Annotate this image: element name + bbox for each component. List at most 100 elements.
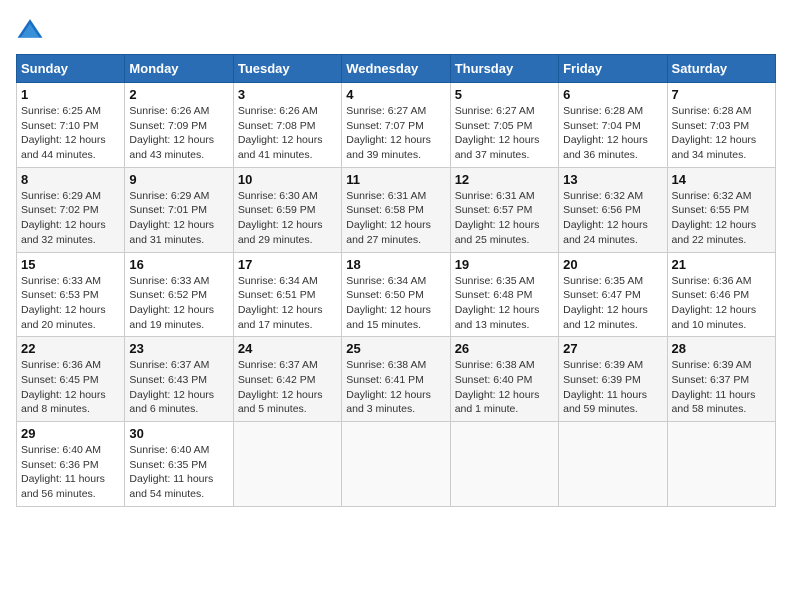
calendar-cell: 20 Sunrise: 6:35 AMSunset: 6:47 PMDayligh…: [559, 252, 667, 337]
day-number: 18: [346, 257, 445, 272]
day-info: Sunrise: 6:40 AMSunset: 6:36 PMDaylight:…: [21, 443, 120, 502]
calendar-week-row: 1Sunrise: 6:25 AMSunset: 7:10 PMDaylight…: [17, 83, 776, 168]
day-info: Sunrise: 6:33 AMSunset: 6:52 PMDaylight:…: [129, 274, 228, 333]
calendar-cell: 5 Sunrise: 6:27 AMSunset: 7:05 PMDaylight…: [450, 83, 558, 168]
day-number: 26: [455, 341, 554, 356]
day-info: Sunrise: 6:26 AMSunset: 7:09 PMDaylight:…: [129, 104, 228, 163]
calendar-cell: 7 Sunrise: 6:28 AMSunset: 7:03 PMDaylight…: [667, 83, 775, 168]
day-number: 21: [672, 257, 771, 272]
day-number: 30: [129, 426, 228, 441]
day-number: 3: [238, 87, 337, 102]
day-info: Sunrise: 6:37 AMSunset: 6:42 PMDaylight:…: [238, 358, 337, 417]
day-info: Sunrise: 6:39 AMSunset: 6:37 PMDaylight:…: [672, 358, 771, 417]
calendar-cell: 6Sunrise: 6:28 AMSunset: 7:04 PMDaylight…: [559, 83, 667, 168]
day-number: 11: [346, 172, 445, 187]
calendar-cell: 12 Sunrise: 6:31 AMSunset: 6:57 PMDayligh…: [450, 167, 558, 252]
day-info: Sunrise: 6:28 AMSunset: 7:03 PMDaylight:…: [672, 104, 771, 163]
calendar-cell: 14 Sunrise: 6:32 AMSunset: 6:55 PMDayligh…: [667, 167, 775, 252]
calendar-cell: 29 Sunrise: 6:40 AMSunset: 6:36 PMDayligh…: [17, 422, 125, 507]
day-number: 20: [563, 257, 662, 272]
weekday-header-friday: Friday: [559, 55, 667, 83]
calendar-table: SundayMondayTuesdayWednesdayThursdayFrid…: [16, 54, 776, 507]
day-number: 16: [129, 257, 228, 272]
day-number: 27: [563, 341, 662, 356]
day-number: 1: [21, 87, 120, 102]
calendar-cell: 24 Sunrise: 6:37 AMSunset: 6:42 PMDayligh…: [233, 337, 341, 422]
calendar-cell: 30 Sunrise: 6:40 AMSunset: 6:35 PMDayligh…: [125, 422, 233, 507]
calendar-cell: 9Sunrise: 6:29 AMSunset: 7:01 PMDaylight…: [125, 167, 233, 252]
calendar-week-row: 8 Sunrise: 6:29 AMSunset: 7:02 PMDaylight…: [17, 167, 776, 252]
day-number: 12: [455, 172, 554, 187]
day-info: Sunrise: 6:35 AMSunset: 6:47 PMDaylight:…: [563, 274, 662, 333]
day-number: 4: [346, 87, 445, 102]
day-number: 2: [129, 87, 228, 102]
weekday-header-monday: Monday: [125, 55, 233, 83]
calendar-cell: 17 Sunrise: 6:34 AMSunset: 6:51 PMDayligh…: [233, 252, 341, 337]
calendar-cell: 25 Sunrise: 6:38 AMSunset: 6:41 PMDayligh…: [342, 337, 450, 422]
weekday-header-sunday: Sunday: [17, 55, 125, 83]
logo-icon: [16, 16, 44, 44]
weekday-header-row: SundayMondayTuesdayWednesdayThursdayFrid…: [17, 55, 776, 83]
calendar-cell: 27 Sunrise: 6:39 AMSunset: 6:39 PMDayligh…: [559, 337, 667, 422]
day-info: Sunrise: 6:40 AMSunset: 6:35 PMDaylight:…: [129, 443, 228, 502]
day-number: 28: [672, 341, 771, 356]
day-info: Sunrise: 6:34 AMSunset: 6:50 PMDaylight:…: [346, 274, 445, 333]
day-number: 22: [21, 341, 120, 356]
calendar-cell: [233, 422, 341, 507]
day-info: Sunrise: 6:38 AMSunset: 6:41 PMDaylight:…: [346, 358, 445, 417]
calendar-cell: 13Sunrise: 6:32 AMSunset: 6:56 PMDayligh…: [559, 167, 667, 252]
day-number: 29: [21, 426, 120, 441]
day-info: Sunrise: 6:33 AMSunset: 6:53 PMDaylight:…: [21, 274, 120, 333]
calendar-cell: 18 Sunrise: 6:34 AMSunset: 6:50 PMDayligh…: [342, 252, 450, 337]
calendar-week-row: 29 Sunrise: 6:40 AMSunset: 6:36 PMDayligh…: [17, 422, 776, 507]
day-info: Sunrise: 6:26 AMSunset: 7:08 PMDaylight:…: [238, 104, 337, 163]
calendar-cell: 11 Sunrise: 6:31 AMSunset: 6:58 PMDayligh…: [342, 167, 450, 252]
day-info: Sunrise: 6:36 AMSunset: 6:46 PMDaylight:…: [672, 274, 771, 333]
day-number: 10: [238, 172, 337, 187]
day-info: Sunrise: 6:29 AMSunset: 7:01 PMDaylight:…: [129, 189, 228, 248]
calendar-cell: [342, 422, 450, 507]
calendar-cell: 26 Sunrise: 6:38 AMSunset: 6:40 PMDayligh…: [450, 337, 558, 422]
weekday-header-thursday: Thursday: [450, 55, 558, 83]
calendar-week-row: 22 Sunrise: 6:36 AMSunset: 6:45 PMDayligh…: [17, 337, 776, 422]
day-number: 23: [129, 341, 228, 356]
day-number: 5: [455, 87, 554, 102]
calendar-cell: 1Sunrise: 6:25 AMSunset: 7:10 PMDaylight…: [17, 83, 125, 168]
calendar-cell: 28 Sunrise: 6:39 AMSunset: 6:37 PMDayligh…: [667, 337, 775, 422]
day-info: Sunrise: 6:28 AMSunset: 7:04 PMDaylight:…: [563, 104, 662, 163]
day-number: 14: [672, 172, 771, 187]
calendar-cell: 15Sunrise: 6:33 AMSunset: 6:53 PMDayligh…: [17, 252, 125, 337]
calendar-cell: 23 Sunrise: 6:37 AMSunset: 6:43 PMDayligh…: [125, 337, 233, 422]
day-info: Sunrise: 6:27 AMSunset: 7:07 PMDaylight:…: [346, 104, 445, 163]
day-number: 7: [672, 87, 771, 102]
page-header: [16, 16, 776, 44]
calendar-cell: 10Sunrise: 6:30 AMSunset: 6:59 PMDayligh…: [233, 167, 341, 252]
day-info: Sunrise: 6:38 AMSunset: 6:40 PMDaylight:…: [455, 358, 554, 417]
day-info: Sunrise: 6:36 AMSunset: 6:45 PMDaylight:…: [21, 358, 120, 417]
day-number: 17: [238, 257, 337, 272]
calendar-cell: 21 Sunrise: 6:36 AMSunset: 6:46 PMDayligh…: [667, 252, 775, 337]
calendar-body: 1Sunrise: 6:25 AMSunset: 7:10 PMDaylight…: [17, 83, 776, 507]
day-number: 13: [563, 172, 662, 187]
calendar-cell: 2 Sunrise: 6:26 AMSunset: 7:09 PMDaylight…: [125, 83, 233, 168]
calendar-cell: [559, 422, 667, 507]
calendar-cell: 16 Sunrise: 6:33 AMSunset: 6:52 PMDayligh…: [125, 252, 233, 337]
calendar-cell: 8 Sunrise: 6:29 AMSunset: 7:02 PMDaylight…: [17, 167, 125, 252]
weekday-header-wednesday: Wednesday: [342, 55, 450, 83]
day-info: Sunrise: 6:29 AMSunset: 7:02 PMDaylight:…: [21, 189, 120, 248]
day-info: Sunrise: 6:31 AMSunset: 6:58 PMDaylight:…: [346, 189, 445, 248]
day-number: 19: [455, 257, 554, 272]
day-info: Sunrise: 6:27 AMSunset: 7:05 PMDaylight:…: [455, 104, 554, 163]
day-info: Sunrise: 6:37 AMSunset: 6:43 PMDaylight:…: [129, 358, 228, 417]
calendar-cell: [450, 422, 558, 507]
day-info: Sunrise: 6:31 AMSunset: 6:57 PMDaylight:…: [455, 189, 554, 248]
day-info: Sunrise: 6:39 AMSunset: 6:39 PMDaylight:…: [563, 358, 662, 417]
day-info: Sunrise: 6:34 AMSunset: 6:51 PMDaylight:…: [238, 274, 337, 333]
day-number: 25: [346, 341, 445, 356]
calendar-cell: 22 Sunrise: 6:36 AMSunset: 6:45 PMDayligh…: [17, 337, 125, 422]
weekday-header-saturday: Saturday: [667, 55, 775, 83]
day-number: 8: [21, 172, 120, 187]
day-number: 24: [238, 341, 337, 356]
weekday-header-tuesday: Tuesday: [233, 55, 341, 83]
day-info: Sunrise: 6:32 AMSunset: 6:55 PMDaylight:…: [672, 189, 771, 248]
